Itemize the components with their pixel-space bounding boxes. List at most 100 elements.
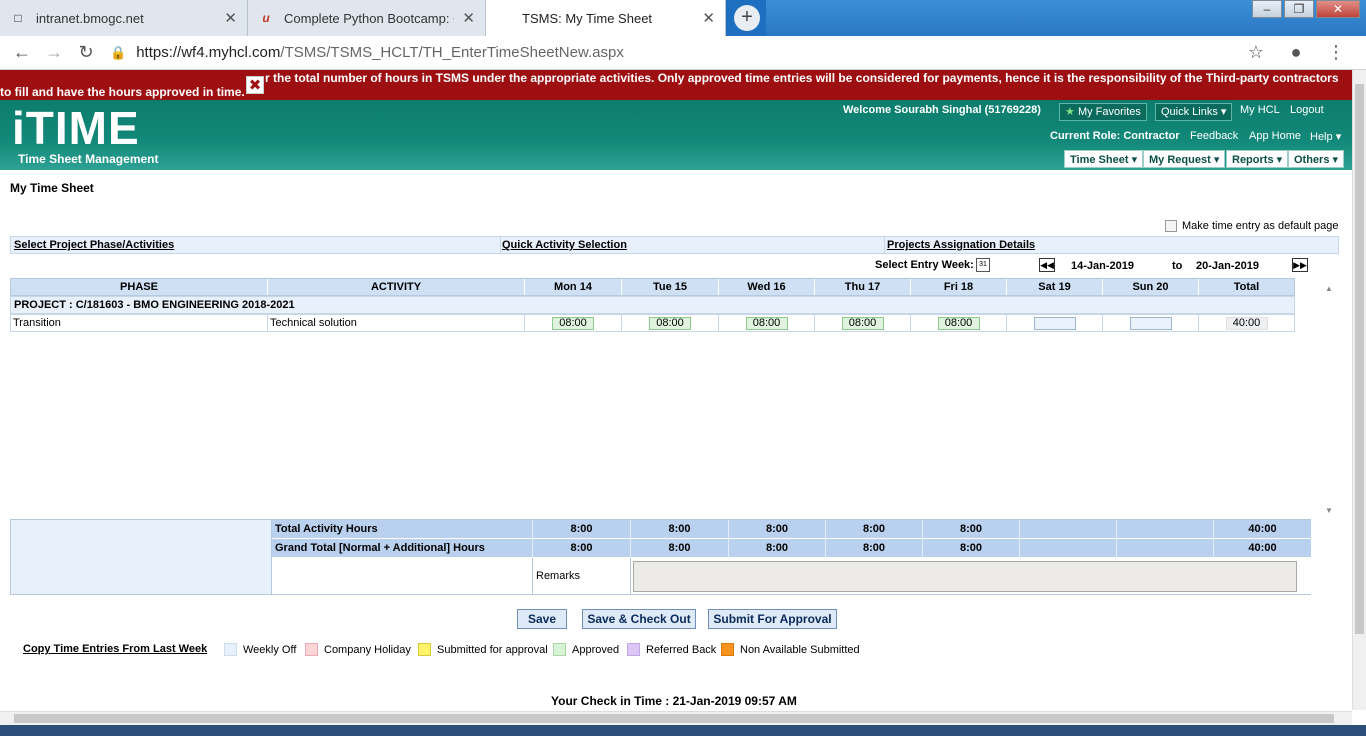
grand-total-label: Grand Total [Normal + Additional] Hours	[272, 539, 533, 557]
dropdown-caret-icon: ▾	[1213, 154, 1220, 166]
new-tab-button[interactable]: +	[734, 5, 760, 31]
menu-reports[interactable]: Reports ▾	[1226, 150, 1289, 168]
scrollbar-thumb[interactable]	[1355, 84, 1364, 634]
totals-panel: Total Activity Hours 8:00 8:00 8:00 8:00…	[10, 519, 1311, 595]
project-row: PROJECT : C/181603 - BMO ENGINEERING 201…	[10, 296, 1295, 314]
menu-dots-icon[interactable]: ⋮	[1316, 42, 1356, 63]
column-header: Sun 20	[1103, 279, 1199, 295]
notice-banner: r the total number of hours in TSMS unde…	[0, 70, 1352, 100]
tab-tsms[interactable]: TSMS: My Time Sheet ✕	[486, 0, 726, 36]
app-home-link[interactable]: App Home	[1249, 130, 1301, 142]
grid-scrollbar[interactable]: ▲ ▼	[1322, 280, 1338, 520]
grand-total-row: Grand Total [Normal + Additional] Hours …	[272, 539, 1311, 558]
hours-input-mon[interactable]: 08:00	[552, 317, 594, 330]
dropdown-caret-icon: ▾	[1276, 154, 1283, 166]
banner-close-icon[interactable]: ✖	[246, 76, 264, 94]
day-cell	[1103, 315, 1199, 331]
calendar-icon[interactable]: 31	[976, 258, 990, 272]
grand-value: 40:00	[1248, 542, 1277, 554]
remarks-textarea[interactable]	[633, 561, 1297, 592]
udemy-icon: u	[262, 11, 270, 25]
day-cell: 08:00	[911, 315, 1007, 331]
day-cell: 08:00	[622, 315, 719, 331]
grand-value: 8:00	[923, 539, 1020, 557]
back-icon[interactable]: ←	[6, 42, 38, 63]
grand-value: 8:00	[826, 539, 923, 557]
legend-label: Approved	[572, 643, 620, 656]
help-menu[interactable]: Help ▾	[1310, 130, 1341, 143]
my-favorites-button[interactable]: ★ My Favorites	[1059, 103, 1147, 121]
menu-label: Reports	[1232, 154, 1274, 166]
feedback-link[interactable]: Feedback	[1190, 130, 1238, 142]
reload-icon[interactable]: ↻	[70, 42, 102, 63]
grand-value: 8:00	[533, 539, 631, 557]
browser-tab-bar: □ intranet.bmogc.net ✕ u Complete Python…	[0, 0, 1366, 36]
help-label: Help	[1310, 131, 1333, 143]
legend-item: Referred Back	[627, 643, 716, 656]
day-cell: 08:00	[525, 315, 622, 331]
url-field[interactable]: 🔒 https://wf4.myhcl.com/TSMS/TSMS_HCLT/T…	[110, 44, 1236, 61]
divider	[500, 237, 501, 253]
previous-week-icon[interactable]: ◀◀	[1039, 258, 1055, 272]
close-icon[interactable]: ✕	[462, 9, 475, 27]
hours-input-fri[interactable]: 08:00	[937, 317, 980, 330]
legend-item: Submitted for approval	[418, 643, 548, 656]
scroll-down-icon[interactable]: ▼	[1325, 506, 1333, 515]
hours-input-tue[interactable]: 08:00	[649, 317, 691, 330]
account-icon[interactable]: ●	[1276, 42, 1316, 63]
page-icon: □	[14, 11, 22, 25]
legend-item: Company Holiday	[305, 643, 411, 656]
menu-my-request[interactable]: My Request ▾	[1143, 150, 1226, 168]
default-page-option[interactable]: Make time entry as default page	[1165, 220, 1339, 232]
default-page-label: Make time entry as default page	[1182, 220, 1339, 232]
copy-last-week-link[interactable]: Copy Time Entries From Last Week	[23, 643, 207, 655]
quick-activity-selection-link[interactable]: Quick Activity Selection	[502, 239, 627, 251]
menu-others[interactable]: Others ▾	[1288, 150, 1345, 168]
quick-links-button[interactable]: Quick Links ▾	[1155, 103, 1233, 121]
bookmark-star-icon[interactable]: ☆	[1236, 42, 1276, 63]
next-week-icon[interactable]: ▶▶	[1292, 258, 1308, 272]
tab-python-bootcamp[interactable]: u Complete Python Bootcamp: Go ✕	[248, 0, 486, 36]
main-content: My Time Sheet Make time entry as default…	[0, 170, 1352, 710]
save-button[interactable]: Save	[517, 609, 567, 629]
page-horizontal-scrollbar[interactable]	[0, 711, 1352, 725]
my-hcl-link[interactable]: My HCL	[1240, 104, 1280, 116]
maximize-button[interactable]: ❐	[1284, 0, 1314, 18]
window-close-button[interactable]: ✕	[1316, 0, 1360, 18]
select-project-phase-link[interactable]: Select Project Phase/Activities	[14, 239, 174, 251]
hours-input-wed[interactable]: 08:00	[745, 317, 788, 330]
menu-label: Time Sheet	[1070, 154, 1129, 166]
dropdown-caret-icon: ▾	[1220, 106, 1227, 118]
scrollbar-thumb[interactable]	[14, 714, 1334, 723]
save-check-out-button[interactable]: Save & Check Out	[582, 609, 696, 629]
menu-time-sheet[interactable]: Time Sheet ▾	[1064, 150, 1144, 168]
total-value	[1117, 520, 1214, 538]
week-selector: Select Entry Week: 31 ◀◀ 14-Jan-2019 to …	[10, 255, 1310, 277]
page-vertical-scrollbar[interactable]	[1352, 70, 1366, 710]
legend-item: Approved	[553, 643, 619, 656]
column-header: Fri 18	[911, 279, 1007, 295]
hours-input-sun[interactable]	[1129, 317, 1172, 330]
default-page-checkbox[interactable]	[1165, 220, 1177, 232]
submit-for-approval-button[interactable]: Submit For Approval	[708, 609, 837, 629]
quick-links-label: Quick Links	[1161, 106, 1218, 118]
week-start-date: 14-Jan-2019	[1071, 260, 1134, 272]
close-icon[interactable]: ✕	[702, 9, 715, 27]
total-activity-row: Total Activity Hours 8:00 8:00 8:00 8:00…	[272, 520, 1311, 539]
minimize-button[interactable]: –	[1252, 0, 1282, 18]
total-value: 40:00	[1248, 523, 1277, 535]
day-cell: 08:00	[815, 315, 911, 331]
close-icon[interactable]: ✕	[224, 9, 237, 27]
legend-label: Non Available Submitted	[740, 643, 860, 656]
scroll-up-icon[interactable]: ▲	[1325, 284, 1333, 293]
logout-link[interactable]: Logout	[1290, 104, 1324, 116]
legend-item: Non Available Submitted	[721, 643, 860, 656]
forward-icon[interactable]: →	[38, 42, 70, 63]
hours-input-sat[interactable]	[1033, 317, 1076, 330]
legend-swatch	[721, 643, 734, 656]
hours-input-thu[interactable]: 08:00	[841, 317, 884, 330]
tab-intranet[interactable]: □ intranet.bmogc.net ✕	[0, 0, 248, 36]
projects-assignation-link[interactable]: Projects Assignation Details	[887, 239, 1035, 251]
column-header: Wed 16	[719, 279, 815, 295]
remarks-spacer	[272, 558, 533, 594]
